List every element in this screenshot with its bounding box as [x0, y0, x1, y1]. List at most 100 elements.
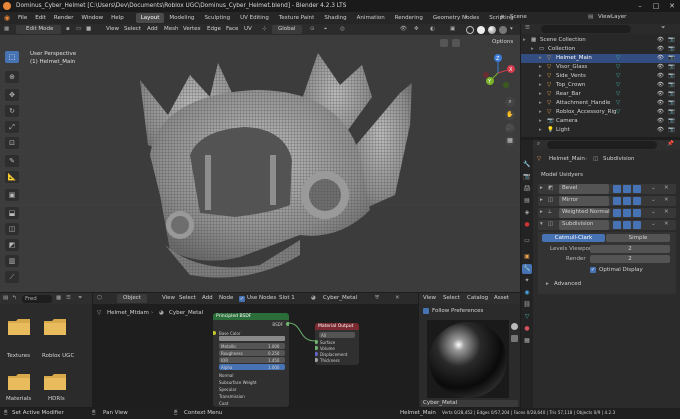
- scene-selector[interactable]: Scene: [510, 14, 527, 21]
- workspace-tab-shading[interactable]: Shading: [319, 13, 351, 23]
- editmode-toggle-icon[interactable]: [613, 197, 621, 205]
- view-layer-tab-icon[interactable]: ▤: [522, 196, 532, 206]
- props-search-field[interactable]: [547, 141, 657, 149]
- add-cube-tool-icon[interactable]: ▣: [5, 189, 19, 201]
- visibility-eye-icon[interactable]: 👁: [657, 46, 664, 53]
- volume-input-socket[interactable]: [315, 346, 318, 350]
- outliner-item-label[interactable]: Visor_Glass: [556, 64, 587, 71]
- extrude-tool-icon[interactable]: ⬓: [5, 207, 19, 219]
- pivot-icon[interactable]: ⊙: [310, 26, 315, 33]
- visibility-eye-icon[interactable]: 👁: [657, 109, 664, 116]
- folder-textures-label[interactable]: Textures: [7, 353, 30, 360]
- render-visibility-icon[interactable]: 📷: [668, 109, 675, 116]
- bevel-tool-icon[interactable]: ◩: [5, 239, 19, 251]
- outliner-item-label[interactable]: Scene Collection: [540, 37, 586, 44]
- outliner-item[interactable]: ▸ ▽ Rear_Bar ▽ 👁 📷: [521, 90, 680, 99]
- cursor-tool-icon[interactable]: ⊕: [5, 71, 19, 83]
- render-tab-icon[interactable]: 📷: [522, 172, 532, 182]
- principled-bsdf-node[interactable]: Principled BSDF BSDF Base Color Metallic…: [213, 313, 289, 407]
- mesh-stats-icon[interactable]: [440, 39, 448, 47]
- view-layer-selector[interactable]: ViewLayer: [598, 14, 626, 21]
- modifier-delete-icon[interactable]: ✕: [664, 221, 669, 228]
- visibility-eye-icon[interactable]: 👁: [657, 100, 664, 107]
- advanced-section-label[interactable]: Advanced: [554, 281, 581, 288]
- visibility-eye-icon[interactable]: 👁: [657, 55, 664, 62]
- follow-preferences-label[interactable]: Follow Preferences: [432, 308, 483, 315]
- mode-selector[interactable]: Edit Mode: [16, 25, 62, 34]
- modifier-dropdown-icon[interactable]: ⌄: [651, 209, 656, 216]
- visibility-eye-icon[interactable]: 👁: [657, 127, 664, 134]
- menu-uv[interactable]: UV: [244, 26, 252, 33]
- outliner-item-label[interactable]: Helmet_Main: [556, 55, 592, 62]
- render-visibility-icon[interactable]: 📷: [668, 37, 675, 44]
- shading-options-icon[interactable]: ▾: [510, 26, 513, 33]
- modifier-weighted-normal[interactable]: ▸ ⟂ Weighted Normal ⌄ ✕: [538, 208, 676, 218]
- outliner-item[interactable]: ▸ ▽ Side_Vents ▽ 👁 📷: [521, 72, 680, 81]
- particles-tab-icon[interactable]: ✦: [522, 276, 532, 286]
- edge-select-icon[interactable]: ▭: [76, 26, 81, 33]
- snap-icon[interactable]: ⌖: [324, 26, 327, 33]
- thickness-input-socket[interactable]: [315, 358, 318, 362]
- viewport-toggle-icon[interactable]: [623, 209, 631, 217]
- add-workspace-icon[interactable]: +: [464, 14, 469, 21]
- surface-input-socket[interactable]: [315, 340, 318, 344]
- editor-type-icon[interactable]: ▦: [4, 26, 9, 33]
- base-color-socket[interactable]: [213, 331, 216, 335]
- visibility-eye-icon[interactable]: 👁: [657, 118, 664, 125]
- menu-render[interactable]: Render: [50, 15, 78, 21]
- menu-add[interactable]: Add: [147, 26, 158, 33]
- workspace-tab-texture-paint[interactable]: Texture Paint: [274, 13, 320, 23]
- outliner-item-label[interactable]: Top_Crown: [556, 82, 585, 89]
- editmode-toggle-icon[interactable]: [613, 209, 621, 217]
- overlay-toggle-icon[interactable]: ◐: [430, 26, 435, 33]
- folder-textures-icon[interactable]: [8, 318, 30, 335]
- menu-help[interactable]: Help: [107, 15, 128, 21]
- workspace-tab-uv-editing[interactable]: UV Editing: [235, 13, 274, 23]
- ortho-toggle-icon[interactable]: ▦: [505, 136, 515, 146]
- outliner-item-label[interactable]: Attachment_Handle: [556, 100, 610, 107]
- simple-button[interactable]: Simple: [606, 234, 670, 242]
- expand-icon[interactable]: ▸: [539, 91, 542, 98]
- menu-vertex[interactable]: Vertex: [183, 26, 201, 33]
- expand-icon[interactable]: ▸: [540, 185, 543, 192]
- scale-tool-icon[interactable]: ⤢: [5, 121, 19, 133]
- render-visibility-icon[interactable]: 📷: [668, 91, 675, 98]
- collapse-icon[interactable]: ▾: [540, 221, 543, 228]
- visibility-eye-icon[interactable]: 👁: [657, 64, 664, 71]
- texture-tab-icon[interactable]: ▦: [522, 336, 532, 346]
- modifier-subdivision[interactable]: ▾ ◫ Subdivision ⌄ ✕: [538, 220, 676, 230]
- preview-menu-asset[interactable]: Asset: [494, 295, 509, 302]
- move-tool-icon[interactable]: ✥: [5, 89, 19, 101]
- parent-directory-icon[interactable]: ↰: [12, 295, 17, 302]
- annotate-tool-icon[interactable]: ✎: [5, 155, 19, 167]
- visibility-eye-icon[interactable]: 👁: [657, 91, 664, 98]
- bsdf-output-socket[interactable]: [286, 322, 289, 326]
- filter-icon[interactable]: ⏷: [78, 295, 82, 302]
- vertex-select-icon[interactable]: ▪: [66, 26, 70, 33]
- expand-icon[interactable]: ▸: [539, 118, 542, 125]
- render-toggle-icon[interactable]: [633, 221, 641, 229]
- shader-node-editor[interactable]: ⬡ Object View Select Add Node ✓ Use Node…: [93, 293, 418, 407]
- transform-orientation-icon[interactable]: ⊹: [262, 26, 267, 33]
- outliner-item-label[interactable]: Side_Vents: [556, 73, 586, 80]
- expand-icon[interactable]: ▸: [539, 127, 542, 134]
- thumbnail-view-icon[interactable]: ▦: [56, 295, 61, 302]
- menu-edit[interactable]: Edit: [31, 15, 50, 21]
- expand-icon[interactable]: ▸: [539, 100, 542, 107]
- outliner-item[interactable]: ▸ ▽ Visor_Glass ▽ 👁 📷: [521, 63, 680, 72]
- render-visibility-icon[interactable]: 📷: [668, 100, 675, 107]
- outliner-item[interactable]: ▸ ▽ Helmet_Main ▽ 👁 📷: [521, 54, 680, 63]
- mesh-data-icon[interactable]: ▽: [616, 100, 620, 107]
- knife-tool-icon[interactable]: ⟋: [5, 271, 19, 283]
- outliner-item[interactable]: ▸ ▽ Top_Crown ▽ 👁 📷: [521, 81, 680, 90]
- output-tab-icon[interactable]: 🖨: [522, 184, 532, 194]
- data-tab-icon[interactable]: ▽: [522, 312, 532, 322]
- viewport-toggle-icon[interactable]: [623, 221, 631, 229]
- expand-icon[interactable]: ▸: [539, 109, 542, 116]
- outliner-filter-icon[interactable]: ⏷: [661, 25, 665, 32]
- object-tab-icon[interactable]: ▣: [522, 252, 532, 262]
- outliner-item-label[interactable]: Rear_Bar: [556, 91, 581, 98]
- folder-materials-label[interactable]: Materials: [6, 396, 31, 403]
- camera-view-icon[interactable]: 🎥: [505, 123, 515, 133]
- world-tab-icon[interactable]: ●: [522, 220, 532, 230]
